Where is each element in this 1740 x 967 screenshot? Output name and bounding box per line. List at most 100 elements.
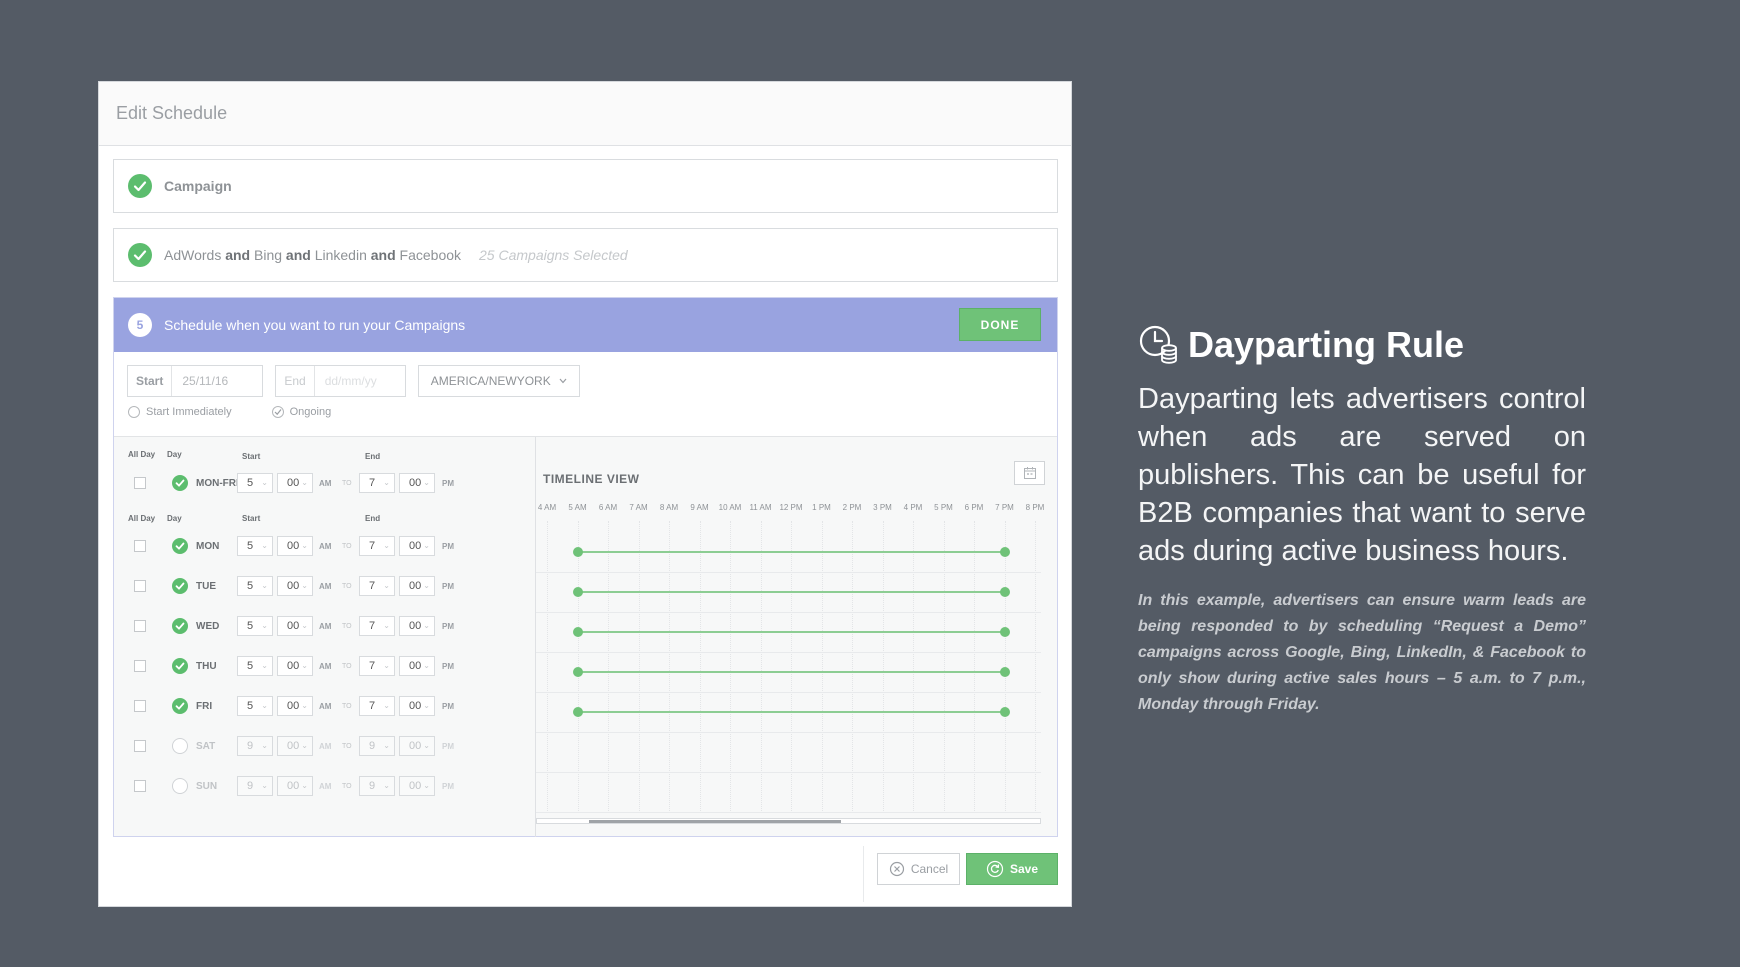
all-day-checkbox[interactable]	[134, 660, 146, 672]
all-day-checkbox[interactable]	[134, 580, 146, 592]
calendar-icon[interactable]	[1014, 461, 1045, 485]
end-minute-select[interactable]: 00 ⌄	[399, 736, 435, 756]
start-minute-select[interactable]: 00 ⌄	[277, 696, 313, 716]
clock-coins-icon	[1139, 325, 1177, 364]
timeline-tick-label: 2 PM	[842, 503, 862, 512]
done-button[interactable]: DONE	[959, 308, 1041, 341]
end-minute-select[interactable]: 00 ⌄	[399, 696, 435, 716]
step-networks[interactable]: AdWords and Bing and Linkedin and Facebo…	[113, 228, 1058, 282]
end-minute-select[interactable]: 00 ⌄	[399, 576, 435, 596]
scrollbar-thumb[interactable]	[589, 820, 841, 823]
day-label: MON-FRI	[196, 478, 239, 489]
all-day-checkbox[interactable]	[134, 740, 146, 752]
check-icon[interactable]	[172, 698, 188, 714]
step-schedule: 5 Schedule when you want to run your Cam…	[113, 297, 1058, 837]
radio-checked-icon	[271, 406, 284, 418]
timeline-end-handle[interactable]	[999, 547, 1010, 557]
check-icon[interactable]	[172, 658, 188, 674]
end-hour-select[interactable]: 7 ⌄	[359, 473, 395, 493]
start-hour-select[interactable]: 5 ⌄	[237, 656, 273, 676]
save-button[interactable]: Save	[966, 853, 1058, 885]
timeline-bar[interactable]	[577, 711, 1005, 713]
and-word: and	[285, 247, 311, 263]
step-campaign[interactable]: Campaign	[113, 159, 1058, 213]
all-day-checkbox[interactable]	[134, 700, 146, 712]
timeline-end-handle[interactable]	[999, 587, 1010, 597]
timeline-end-handle[interactable]	[999, 627, 1010, 637]
start-hour-select[interactable]: 5 ⌄	[237, 473, 273, 493]
start-minute-select[interactable]: 00 ⌄	[277, 536, 313, 556]
step-networks-label: AdWords and Bing and Linkedin and Facebo…	[164, 247, 461, 263]
end-date-placeholder[interactable]: dd/mm/yy	[315, 374, 405, 388]
unchecked-circle-icon[interactable]	[172, 738, 188, 754]
start-minute-select[interactable]: 00 ⌄	[277, 776, 313, 796]
start-minute-select[interactable]: 00 ⌄	[277, 473, 313, 493]
chevron-down-icon: ⌄	[261, 541, 268, 550]
start-hour-select[interactable]: 5 ⌄	[237, 536, 273, 556]
timeline-start-handle[interactable]	[572, 707, 583, 717]
end-minute-select[interactable]: 00 ⌄	[399, 536, 435, 556]
end-hour-select[interactable]: 9 ⌄	[359, 776, 395, 796]
timeline-bar[interactable]	[577, 631, 1005, 633]
check-icon[interactable]	[172, 578, 188, 594]
day-row-group: MON-FRI 5 ⌄ 00 ⌄ AM TO 7 ⌄ 00 ⌄ PM	[114, 463, 534, 503]
check-icon[interactable]	[172, 475, 188, 491]
end-minute-select[interactable]: 00 ⌄	[399, 473, 435, 493]
start-hour-select[interactable]: 5 ⌄	[237, 696, 273, 716]
end-hour-select[interactable]: 9 ⌄	[359, 736, 395, 756]
timeline-bar[interactable]	[577, 591, 1005, 593]
timeline-gridline	[608, 521, 609, 813]
end-minute-select[interactable]: 00 ⌄	[399, 616, 435, 636]
timeline-start-handle[interactable]	[572, 547, 583, 557]
start-minute-value: 00	[287, 540, 300, 552]
start-meridiem: AM	[319, 479, 332, 488]
start-minute-value: 00	[287, 580, 300, 592]
timeline-start-handle[interactable]	[572, 667, 583, 677]
timeline-end-handle[interactable]	[999, 707, 1010, 717]
footer-divider	[863, 846, 864, 902]
timezone-select[interactable]: AMERICA/NEWYORK	[417, 365, 580, 397]
radio-ongoing[interactable]: Ongoing	[271, 406, 331, 418]
header-day: Day	[167, 514, 182, 523]
start-date-field[interactable]: Start 25/11/16	[127, 365, 264, 397]
timeline-start-handle[interactable]	[572, 627, 583, 637]
start-hour-select[interactable]: 5 ⌄	[237, 616, 273, 636]
all-day-checkbox[interactable]	[134, 540, 146, 552]
end-minute-value: 00	[409, 780, 422, 792]
end-hour-select[interactable]: 7 ⌄	[359, 696, 395, 716]
timeline-bar[interactable]	[577, 671, 1005, 673]
check-icon[interactable]	[172, 618, 188, 634]
timeline-start-handle[interactable]	[572, 587, 583, 597]
timeline-bar[interactable]	[577, 551, 1005, 553]
timeline-scrollbar[interactable]	[536, 818, 1041, 824]
start-date-value[interactable]: 25/11/16	[172, 374, 262, 388]
end-hour-select[interactable]: 7 ⌄	[359, 536, 395, 556]
cancel-button[interactable]: Cancel	[877, 853, 960, 885]
end-minute-select[interactable]: 00 ⌄	[399, 656, 435, 676]
start-minute-select[interactable]: 00 ⌄	[277, 616, 313, 636]
to-label: TO	[342, 623, 352, 630]
end-date-field[interactable]: End dd/mm/yy	[275, 365, 406, 397]
start-hour-select[interactable]: 9 ⌄	[237, 736, 273, 756]
start-hour-select[interactable]: 9 ⌄	[237, 776, 273, 796]
chevron-down-icon: ⌄	[261, 661, 268, 670]
all-day-checkbox[interactable]	[134, 620, 146, 632]
end-hour-select[interactable]: 7 ⌄	[359, 656, 395, 676]
all-day-checkbox[interactable]	[134, 780, 146, 792]
timeline-end-handle[interactable]	[999, 667, 1010, 677]
end-meridiem: PM	[442, 782, 454, 791]
timeline-row-divider	[536, 612, 1041, 613]
start-minute-select[interactable]: 00 ⌄	[277, 656, 313, 676]
all-day-checkbox[interactable]	[134, 477, 146, 489]
end-hour-select[interactable]: 7 ⌄	[359, 616, 395, 636]
end-minute-select[interactable]: 00 ⌄	[399, 776, 435, 796]
radio-start-immediately[interactable]: Start Immediately	[128, 406, 232, 418]
check-icon[interactable]	[172, 538, 188, 554]
start-hour-select[interactable]: 5 ⌄	[237, 576, 273, 596]
end-hour-select[interactable]: 7 ⌄	[359, 576, 395, 596]
header-all-day: All Day	[128, 450, 156, 459]
and-word: and	[225, 247, 251, 263]
start-minute-select[interactable]: 00 ⌄	[277, 576, 313, 596]
unchecked-circle-icon[interactable]	[172, 778, 188, 794]
start-minute-select[interactable]: 00 ⌄	[277, 736, 313, 756]
